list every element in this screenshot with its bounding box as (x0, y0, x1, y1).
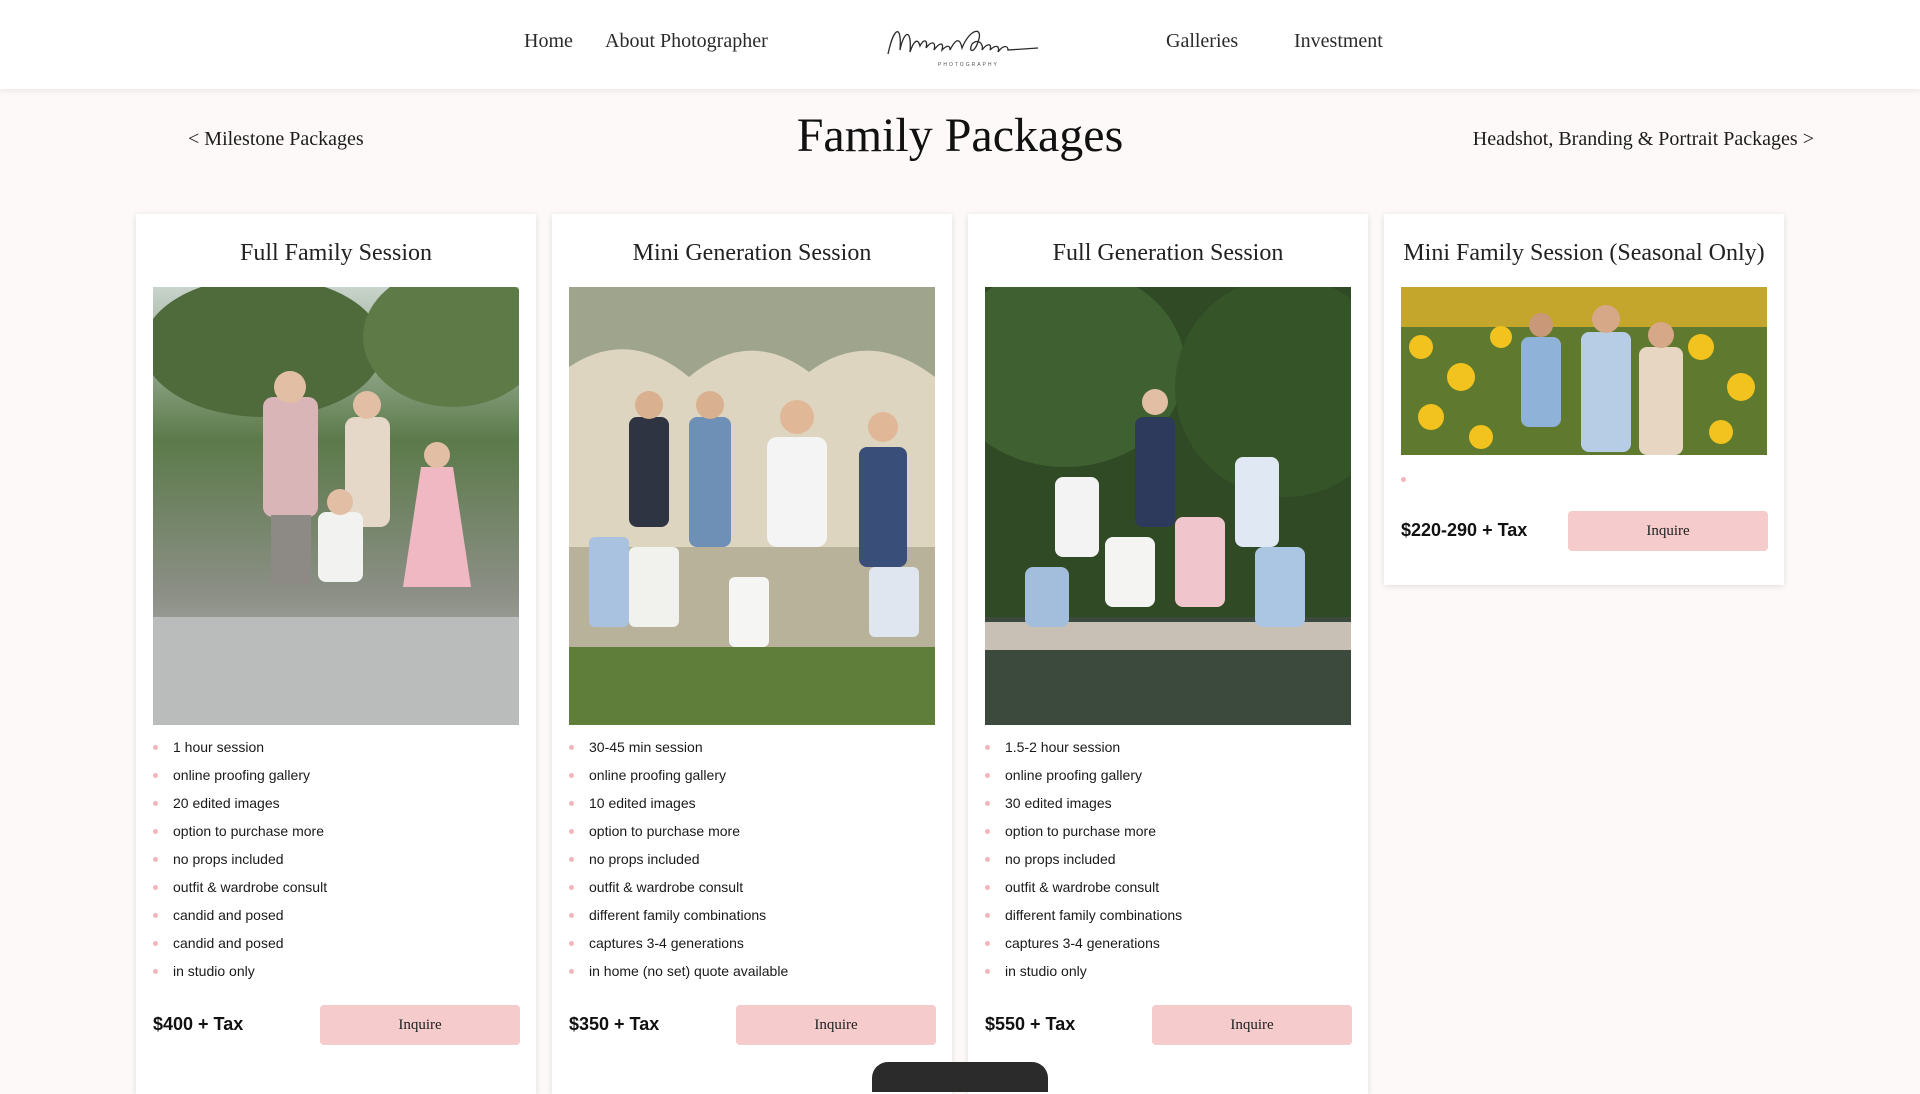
next-package-link[interactable]: Headshot, Branding & Portrait Packages > (1473, 128, 1814, 151)
feature-list: 1 hour session online proofing gallery 2… (153, 738, 327, 990)
feature-item: outfit & wardrobe consult (569, 878, 788, 906)
bullet-icon (985, 857, 990, 862)
inquire-button[interactable]: Inquire (320, 1005, 520, 1045)
feature-item: online proofing gallery (985, 766, 1182, 794)
bullet-icon (1401, 477, 1406, 482)
family-photo (153, 287, 519, 725)
bullet-icon (985, 801, 990, 806)
card-title: Full Family Session (239, 240, 433, 266)
bullet-icon (153, 913, 158, 918)
feature-item: candid and posed (153, 906, 327, 934)
bullet-icon (569, 829, 574, 834)
nav-about-photographer[interactable]: About Photographer (605, 30, 768, 53)
package-price: $400 + Tax (153, 1014, 244, 1034)
feature-item: different family combinations (985, 906, 1182, 934)
site-header: Home About Photographer PHOTOGRAPHY Gall… (0, 0, 1920, 89)
feature-item (1401, 470, 1421, 498)
bullet-icon (985, 969, 990, 974)
feature-item: no props included (153, 850, 327, 878)
bullet-icon (985, 941, 990, 946)
nav-galleries[interactable]: Galleries (1166, 30, 1238, 53)
bullet-icon (153, 801, 158, 806)
feature-item: candid and posed (153, 934, 327, 962)
bullet-icon (569, 885, 574, 890)
inquire-button[interactable]: Inquire (1568, 511, 1768, 551)
bullet-icon (153, 857, 158, 862)
feature-item: option to purchase more (569, 822, 788, 850)
logo-subtext: PHOTOGRAPHY (938, 62, 999, 68)
feature-item: outfit & wardrobe consult (985, 878, 1182, 906)
feature-list (1401, 470, 1421, 498)
nav-investment[interactable]: Investment (1294, 30, 1383, 53)
package-price: $220-290 + Tax (1401, 520, 1528, 540)
bullet-icon (153, 941, 158, 946)
feature-item: 10 edited images (569, 794, 788, 822)
package-card-full-generation: Full Generation Session 1.5-2 hour sessi… (968, 214, 1368, 1094)
bullet-icon (569, 745, 574, 750)
card-title: Full Generation Session (1052, 240, 1284, 266)
card-title: Mini Generation Session (632, 240, 872, 266)
feature-item: no props included (985, 850, 1182, 878)
feature-item: option to purchase more (985, 822, 1182, 850)
package-price: $550 + Tax (985, 1014, 1076, 1034)
feature-item: online proofing gallery (569, 766, 788, 794)
family-photo (1401, 287, 1767, 455)
feature-item: 30 edited images (985, 794, 1182, 822)
package-card-full-family: Full Family Session 1 hour session onlin… (136, 214, 536, 1094)
feature-item: outfit & wardrobe consult (153, 878, 327, 906)
logo[interactable]: PHOTOGRAPHY (880, 16, 1040, 72)
package-price: $350 + Tax (569, 1014, 660, 1034)
bullet-icon (569, 773, 574, 778)
feature-item: 30-45 min session (569, 738, 788, 766)
feature-item: 1.5-2 hour session (985, 738, 1182, 766)
feature-item: captures 3-4 generations (985, 934, 1182, 962)
feature-item: no props included (569, 850, 788, 878)
logo-signature: PHOTOGRAPHY (887, 30, 1039, 68)
feature-list: 30-45 min session online proofing galler… (569, 738, 788, 990)
family-photo (985, 287, 1351, 725)
feature-item: different family combinations (569, 906, 788, 934)
feature-item: in studio only (985, 962, 1182, 990)
package-card-mini-family: Mini Family Session (Seasonal Only) $220… (1384, 214, 1784, 585)
feature-item: option to purchase more (153, 822, 327, 850)
floating-toolbar[interactable] (872, 1062, 1048, 1092)
inquire-button[interactable]: Inquire (1152, 1005, 1352, 1045)
bullet-icon (569, 801, 574, 806)
feature-item: 1 hour session (153, 738, 327, 766)
bullet-icon (569, 857, 574, 862)
bullet-icon (569, 969, 574, 974)
bullet-icon (153, 885, 158, 890)
feature-item: 20 edited images (153, 794, 327, 822)
bullet-icon (985, 773, 990, 778)
package-card-mini-generation: Mini Generation Session 30-45 min sessio… (552, 214, 952, 1094)
bullet-icon (569, 913, 574, 918)
nav-home[interactable]: Home (524, 30, 573, 53)
inquire-button[interactable]: Inquire (736, 1005, 936, 1045)
bullet-icon (985, 885, 990, 890)
bullet-icon (985, 745, 990, 750)
feature-list: 1.5-2 hour session online proofing galle… (985, 738, 1182, 990)
feature-item: in studio only (153, 962, 327, 990)
bullet-icon (985, 829, 990, 834)
bullet-icon (153, 745, 158, 750)
feature-item: captures 3-4 generations (569, 934, 788, 962)
family-photo (569, 287, 935, 725)
bullet-icon (153, 969, 158, 974)
bullet-icon (569, 941, 574, 946)
feature-item: in home (no set) quote available (569, 962, 788, 990)
feature-item: online proofing gallery (153, 766, 327, 794)
card-title: Mini Family Session (Seasonal Only) (1403, 240, 1765, 266)
bullet-icon (985, 913, 990, 918)
bullet-icon (153, 773, 158, 778)
bullet-icon (153, 829, 158, 834)
